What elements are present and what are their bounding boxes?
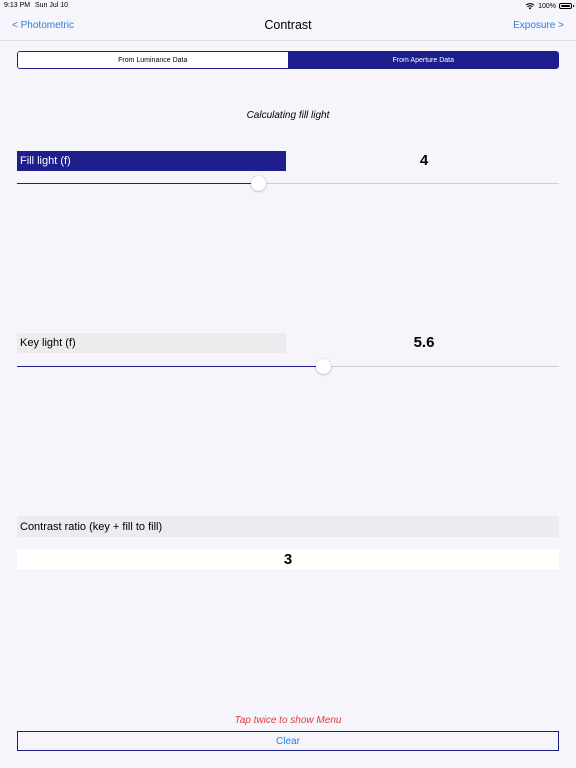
menu-hint: Tap twice to show Menu — [234, 715, 342, 726]
fill-light-value: 4 — [419, 152, 429, 169]
fill-light-slider[interactable] — [17, 176, 559, 192]
segment-aperture[interactable]: From Aperture Data — [288, 52, 558, 68]
fill-light-label[interactable]: Fill light (f) — [17, 151, 286, 171]
forward-button[interactable]: Exposure > — [513, 20, 564, 31]
key-light-value: 5.6 — [413, 334, 435, 351]
section-subtitle: Calculating fill light — [246, 110, 330, 121]
clear-button[interactable]: Clear — [17, 731, 559, 751]
slider-thumb[interactable] — [315, 359, 331, 374]
contrast-ratio-value: 3 — [17, 549, 559, 569]
status-right: 100% — [525, 2, 574, 10]
wifi-icon — [525, 3, 535, 10]
key-light-label[interactable]: Key light (f) — [17, 333, 286, 353]
navigation-bar: < Photometric Contrast Exposure > — [0, 12, 576, 41]
segmented-control: From Luminance Data From Aperture Data — [17, 51, 559, 69]
status-time: 9:13 PM — [4, 2, 31, 9]
slider-fill — [17, 183, 259, 184]
battery-percent: 100% — [538, 2, 556, 10]
status-bar: 9:13 PM Sun Jul 10 100% — [0, 0, 576, 12]
slider-thumb[interactable] — [250, 176, 266, 191]
key-light-slider[interactable] — [17, 359, 559, 375]
segment-luminance[interactable]: From Luminance Data — [18, 52, 289, 68]
contrast-ratio-label: Contrast ratio (key + fill to fill) — [17, 516, 559, 537]
status-date: Sun Jul 10 — [35, 2, 69, 9]
battery-icon — [559, 3, 574, 9]
slider-fill — [17, 366, 324, 367]
page-title: Contrast — [264, 18, 312, 32]
